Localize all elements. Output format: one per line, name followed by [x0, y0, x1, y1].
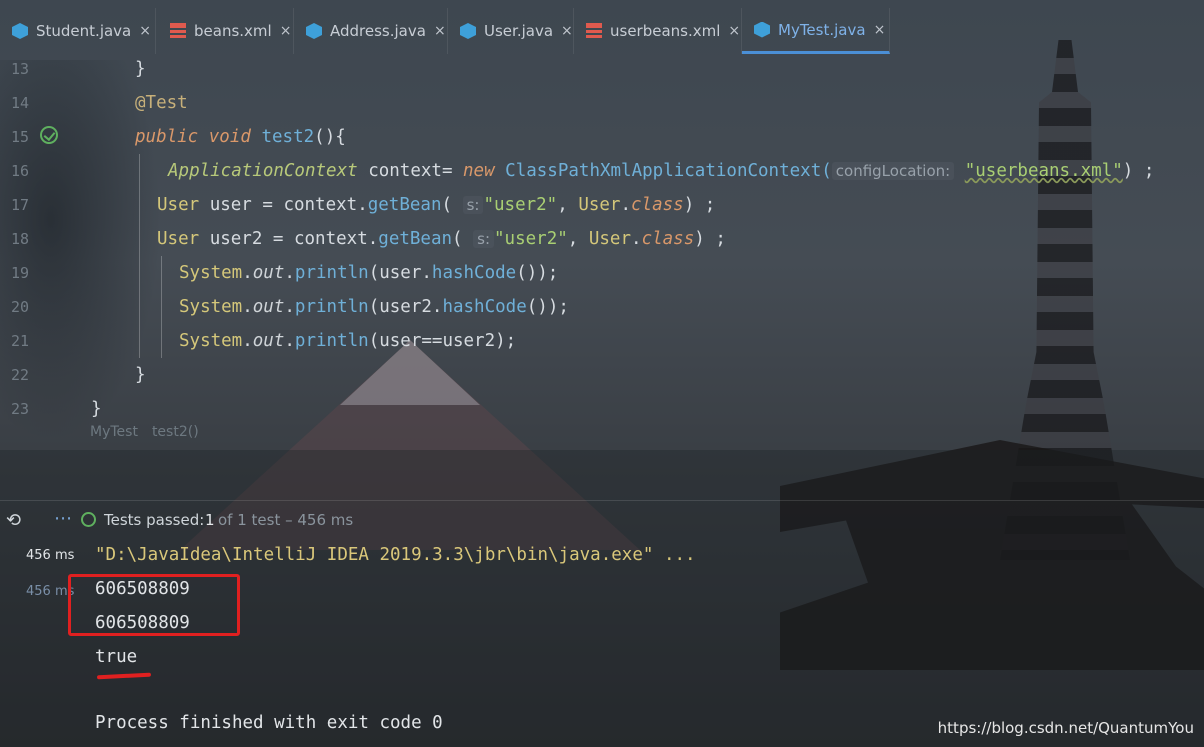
line-number: 20	[11, 298, 30, 316]
xml-file-icon	[586, 23, 602, 39]
tests-passed-detail: of 1 test – 456 ms	[218, 511, 354, 529]
tab-label: Address.java	[330, 22, 426, 40]
console-exit-message: Process finished with exit code 0	[95, 713, 443, 733]
line-number: 19	[11, 264, 30, 282]
tab-beans-xml[interactable]: beans.xml ×	[158, 8, 294, 54]
code-line-23: }	[91, 399, 102, 419]
gutter-line: 23	[0, 392, 100, 426]
parameter-hint: configLocation:	[831, 162, 955, 180]
tab-student-java[interactable]: Student.java ×	[0, 8, 156, 54]
code-line-16: ApplicationContext context= new ClassPat…	[168, 161, 1155, 181]
line-number: 17	[11, 196, 30, 214]
gutter-line: 17	[0, 188, 100, 222]
java-class-icon	[460, 23, 476, 39]
code-line-20: System.out.println(user2.hashCode());	[179, 297, 569, 317]
close-icon[interactable]: ×	[561, 23, 573, 39]
close-icon[interactable]: ×	[728, 23, 740, 39]
breadcrumb-class[interactable]: MyTest	[90, 424, 138, 440]
watermark: https://blog.csdn.net/QuantumYou	[937, 719, 1194, 737]
code-line-18: User user2 = context.getBean( s: "user2",…	[157, 229, 726, 249]
gutter-line: 19	[0, 256, 100, 290]
console-output-line: true	[95, 647, 138, 667]
tests-passed-label: Tests passed:	[104, 511, 205, 529]
tests-passed-icon	[81, 512, 96, 527]
code-line-13: }	[135, 59, 146, 79]
close-icon[interactable]: ×	[874, 22, 886, 38]
line-number: 14	[11, 94, 30, 112]
tab-address-java[interactable]: Address.java ×	[294, 8, 448, 54]
line-number: 15	[11, 128, 30, 146]
tab-user-java[interactable]: User.java ×	[448, 8, 574, 54]
java-test-class-icon	[754, 21, 770, 38]
gutter-line: 13	[0, 52, 100, 86]
tab-label: userbeans.xml	[610, 22, 721, 40]
gutter-line: 21	[0, 324, 100, 358]
xml-file-icon	[170, 23, 186, 39]
indent-guide	[161, 256, 162, 358]
java-class-icon	[306, 23, 322, 39]
gutter-line: 20	[0, 290, 100, 324]
indent-guide	[139, 154, 140, 358]
parameter-hint: s:	[462, 196, 484, 214]
tab-label: beans.xml	[194, 22, 272, 40]
code-line-22: }	[135, 365, 146, 385]
line-number: 23	[11, 400, 30, 418]
parameter-hint: s:	[473, 230, 495, 248]
close-icon[interactable]: ×	[280, 23, 292, 39]
run-test-passed-icon[interactable]	[40, 126, 58, 144]
line-number: 22	[11, 366, 30, 384]
tab-userbeans-xml[interactable]: userbeans.xml ×	[574, 8, 742, 54]
code-line-21: System.out.println(user==user2);	[179, 331, 517, 351]
history-icon[interactable]: ⟲	[6, 510, 21, 531]
gutter-line: 18	[0, 222, 100, 256]
more-options-icon[interactable]: ⋯	[54, 508, 72, 529]
gutter-line: 16	[0, 154, 100, 188]
gutter-line: 22	[0, 358, 100, 392]
breadcrumb-method[interactable]: test2()	[152, 424, 199, 440]
test-duration: 456 ms	[26, 548, 75, 563]
gutter-line: 14	[0, 86, 100, 120]
code-line-15: public void test2(){	[135, 127, 346, 147]
editor-tab-bar: Student.java × beans.xml × Address.java …	[0, 0, 1204, 56]
close-icon[interactable]: ×	[434, 23, 446, 39]
breadcrumb: MyTest test2()	[90, 424, 199, 440]
line-number: 18	[11, 230, 30, 248]
close-icon[interactable]: ×	[139, 23, 151, 39]
run-toolbar: ⟲ ⋯ Tests passed: 1 of 1 test – 456 ms	[0, 500, 1204, 539]
tab-label: User.java	[484, 22, 554, 40]
code-line-14: @Test	[135, 93, 188, 113]
line-number: 13	[11, 60, 30, 78]
tests-passed-count: 1	[205, 511, 215, 529]
console-command-line: "D:\JavaIdea\IntelliJ IDEA 2019.3.3\jbr\…	[95, 545, 696, 565]
line-number: 21	[11, 332, 30, 350]
line-number: 16	[11, 162, 30, 180]
tab-label: Student.java	[36, 22, 132, 40]
java-class-icon	[12, 23, 28, 39]
code-line-17: User user = context.getBean( s: "user2", …	[157, 195, 716, 215]
red-highlight-box	[68, 574, 240, 636]
tab-label: MyTest.java	[778, 20, 866, 39]
tab-mytest-java[interactable]: MyTest.java ×	[742, 8, 890, 54]
code-line-19: System.out.println(user.hashCode());	[179, 263, 559, 283]
